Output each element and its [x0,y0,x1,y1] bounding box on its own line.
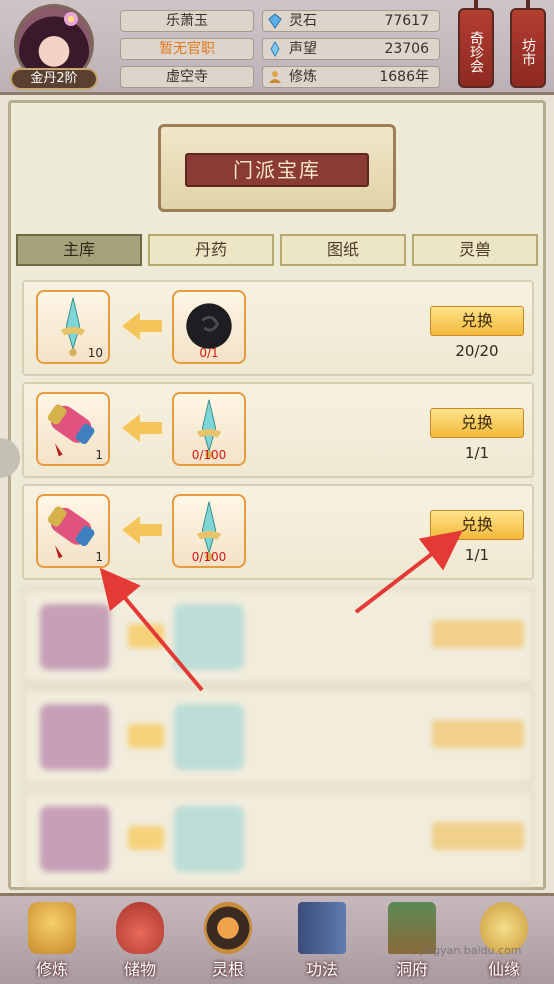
reward-slot[interactable]: 10 [36,290,110,364]
stat-label: 声望 [289,41,317,57]
item-quantity: 1 [95,448,103,462]
storage-bag-icon [116,902,164,954]
nav-label: 洞府 [395,960,428,979]
nav-fortune[interactable]: 仙缘 [462,898,546,982]
exchange-arrow-icon [122,414,162,442]
nav-label: 储物 [123,960,156,979]
player-rank: 金丹2阶 [10,68,98,90]
item-quantity: 10 [87,346,103,360]
stat-value: 77617 [384,13,429,29]
stat-spirit-stone: 灵石 77617 [262,10,440,32]
nav-spirit-root[interactable]: 灵根 [186,898,270,982]
exchange-remaining: 1/1 [464,546,490,564]
stat-value: 1686年 [379,69,429,85]
stat-value: 23706 [384,41,429,57]
nav-label: 仙缘 [487,960,520,979]
nav-label: 灵根 [211,960,244,979]
tab-pills[interactable]: 丹药 [148,234,274,266]
prestige-icon [270,41,280,57]
spirit-root-icon [204,902,252,954]
spirit-stone-icon [268,13,282,29]
blurred-row [22,790,534,886]
stat-label: 灵石 [289,13,317,29]
stat-label: 修炼 [289,69,317,85]
nav-technique[interactable]: 功法 [280,898,364,982]
nav-cultivate[interactable]: 修炼 [10,898,94,982]
cost-slot[interactable]: 0/100 [172,494,246,568]
cultivate-icon [28,902,76,954]
blurred-row [22,588,534,684]
watermark: jingyan.baidu.com [420,944,522,957]
hair-flower-icon [64,12,78,26]
technique-book-icon [298,902,346,954]
player-name: 乐萧玉 [120,10,254,32]
exchange-arrow-icon [122,312,162,340]
item-quantity: 0/1 [199,346,219,360]
tab-main[interactable]: 主库 [16,234,142,266]
tab-spirit-beasts[interactable]: 灵兽 [412,234,538,266]
stat-prestige: 声望 23706 [262,38,440,60]
exchange-button[interactable]: 兑换 [430,306,524,336]
nav-storage[interactable]: 储物 [98,898,182,982]
reward-slot[interactable]: 1 [36,494,110,568]
blurred-row [22,688,534,784]
exchange-arrow-icon [122,516,162,544]
exchange-button[interactable]: 兑换 [430,408,524,438]
exchange-button[interactable]: 兑换 [430,510,524,540]
item-quantity: 0/100 [191,550,227,564]
item-quantity: 1 [95,550,103,564]
top-status-bar: 金丹2阶 乐萧玉 暂无官职 虚空寺 灵石 77617 声望 23706 修炼 1… [0,0,554,95]
item-quantity: 0/100 [191,448,227,462]
page-title: 门派宝库 [185,153,369,187]
nav-label: 修炼 [35,960,68,979]
nav-label: 功法 [305,960,338,979]
exchange-remaining: 1/1 [464,444,490,462]
player-sect: 虚空寺 [120,66,254,88]
exchange-row: 1 0/100 兑换 1/1 [22,382,534,478]
cost-slot[interactable]: 0/100 [172,392,246,466]
reward-slot[interactable]: 1 [36,392,110,466]
tab-blueprints[interactable]: 图纸 [280,234,406,266]
cultivation-icon [269,71,281,83]
player-title: 暂无官职 [120,38,254,60]
market-button[interactable]: 坊市 [510,0,546,88]
stat-cultivation: 修炼 1686年 [262,66,440,88]
nav-cave-house[interactable]: 洞府 [370,898,454,982]
exchange-row: 10 0/1 兑换 20/20 [22,280,534,376]
treasure-fair-button[interactable]: 奇珍会 [458,0,494,88]
title-banner: 门派宝库 [158,124,396,212]
exchange-row: 1 0/100 兑换 1/1 [22,484,534,580]
player-avatar[interactable]: 金丹2阶 [8,4,100,90]
cost-slot[interactable]: 0/1 [172,290,246,364]
exchange-remaining: 20/20 [455,342,499,360]
